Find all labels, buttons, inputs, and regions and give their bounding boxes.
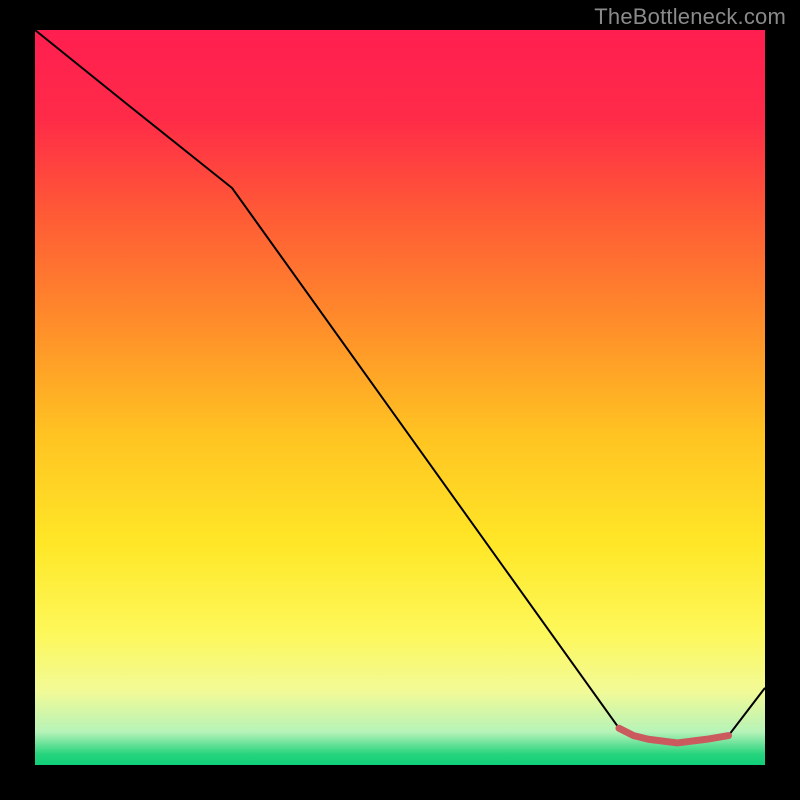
gradient-background [35, 30, 765, 765]
chart-plot-area [35, 30, 765, 765]
chart-frame: { "watermark": "TheBottleneck.com", "cha… [0, 0, 800, 800]
chart-svg [35, 30, 765, 765]
watermark-text: TheBottleneck.com [594, 4, 786, 30]
